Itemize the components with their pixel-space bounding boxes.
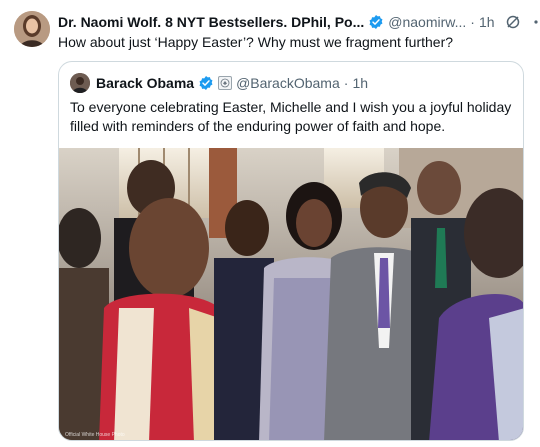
verified-badge-icon[interactable] xyxy=(198,75,214,91)
author-avatar[interactable] xyxy=(14,11,50,47)
tweet-time[interactable]: 1h xyxy=(479,14,495,30)
author-handle[interactable]: @naomirw... xyxy=(388,14,466,30)
tweet-text: How about just ‘Happy Easter’? Why must … xyxy=(58,34,454,50)
separator-dot: · xyxy=(470,14,475,30)
quoted-tweet-card[interactable]: Barack Obama @BarackObama · 1h To everyo… xyxy=(58,61,524,441)
separator-dot: · xyxy=(343,75,349,91)
quote-avatar[interactable] xyxy=(70,73,90,93)
quote-text: To everyone celebrating Easter, Michelle… xyxy=(70,99,512,134)
tweet-header: Dr. Naomi Wolf. 8 NYT Bestsellers. DPhil… xyxy=(58,13,540,31)
affiliate-seal-icon[interactable] xyxy=(218,76,233,90)
quote-header: Barack Obama @BarackObama · 1h xyxy=(70,73,368,93)
verified-badge-icon[interactable] xyxy=(368,14,384,30)
photo-credit: Official White House Photo xyxy=(65,432,125,438)
quote-author-name[interactable]: Barack Obama xyxy=(96,75,194,91)
quote-author-handle[interactable]: @BarackObama xyxy=(236,75,340,91)
grok-icon[interactable] xyxy=(505,14,521,30)
more-icon[interactable] xyxy=(533,14,540,30)
quote-photo[interactable]: Official White House Photo xyxy=(59,148,523,440)
quote-time[interactable]: 1h xyxy=(352,75,368,91)
author-name[interactable]: Dr. Naomi Wolf. 8 NYT Bestsellers. DPhil… xyxy=(58,14,364,30)
